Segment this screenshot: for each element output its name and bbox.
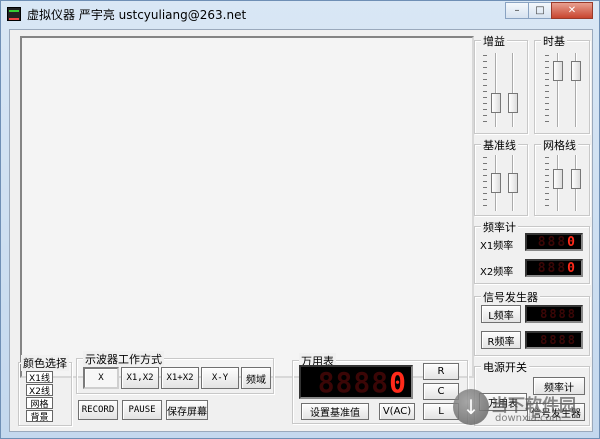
x1-freq-label: X1频率 [480,241,514,252]
signal-gen-panel: 信号发生器 L频率 8888 R频率 8888 [474,289,590,356]
window-controls: – □ ✕ [505,2,593,19]
oscilloscope-screen [20,36,474,378]
color-select-title: 颜色选择 [21,355,69,371]
app-window: 虚拟仪器 严宇亮 ustcyuliang@263.net – □ ✕ 增益 时基 [0,0,600,439]
mode-x1-x2-button[interactable]: X1,X2 [121,367,159,389]
title-bar[interactable]: 虚拟仪器 严宇亮 ustcyuliang@263.net – □ ✕ [1,1,599,27]
freq-counter-panel: 频率计 X1频率 888 0 X2频率 888 0 [474,219,590,284]
timebase-slider-2[interactable] [571,61,581,81]
freq-counter-title: 频率计 [481,219,518,235]
baseline-ticks [483,157,487,209]
gain-title: 增益 [481,33,507,49]
r-freq-display: 8888 [525,331,583,349]
close-button[interactable]: ✕ [551,2,593,19]
grid-panel: 网格线 [534,137,590,216]
timebase-panel: 时基 [534,33,590,134]
baseline-panel: 基准线 [474,137,528,216]
timebase-ticks [545,55,549,125]
x2-freq-value: 0 [567,260,577,276]
grid-ticks [545,157,549,209]
x2-freq-label: X2频率 [480,267,514,278]
mode-xy-button[interactable]: X-Y [201,367,239,389]
watermark-site: downxia.com [495,413,562,424]
multimeter-mode-button[interactable]: V(AC) [379,403,415,420]
x1-freq-value: 0 [567,234,577,250]
gain-slider-track-2 [512,53,514,127]
set-baseline-button[interactable]: 设置基准值 [301,403,369,420]
mode-freq-domain-button[interactable]: 频域 [241,367,271,389]
baseline-title: 基准线 [481,137,518,153]
color-grid[interactable]: 网格 [26,397,53,410]
power-switch-title: 电源开关 [481,359,529,375]
x1-freq-display: 888 0 [525,233,583,251]
baseline-slider-x2[interactable] [508,173,518,193]
window-title: 虚拟仪器 严宇亮 ustcyuliang@263.net [27,8,247,22]
color-select-panel: 颜色选择 X1线 X2线 网格 背景 [18,355,72,426]
grid-slider-2[interactable] [571,169,581,189]
x2-freq-display: 888 0 [525,259,583,277]
r-freq-button[interactable]: R频率 [481,331,521,349]
grid-slider-1[interactable] [553,169,563,189]
timebase-title: 时基 [541,33,567,49]
save-screen-button[interactable]: 保存屏幕 [166,400,208,420]
signal-gen-title: 信号发生器 [481,289,540,305]
multimeter-ghost: 8888 [317,365,390,399]
scope-mode-panel: 示波器工作方式 X X1,X2 X1+X2 X-Y 频域 [76,351,274,394]
l-freq-button[interactable]: L频率 [481,305,521,323]
multimeter-panel: 万用表 8888 0 R C L 设置基准值 V(AC) [292,353,468,424]
baseline-slider-x1[interactable] [491,173,501,193]
mode-x1-plus-x2-button[interactable]: X1+X2 [161,367,199,389]
oscilloscope-app-icon [7,7,21,21]
restore-button[interactable]: □ [528,2,552,19]
gain-slider-x2[interactable] [508,93,518,113]
scope-mode-title: 示波器工作方式 [83,351,164,367]
download-arrow-icon: ↓ [453,389,489,425]
resistance-button[interactable]: R [423,363,459,380]
color-x2-line[interactable]: X2线 [26,384,53,397]
x2-freq-ghost: 888 [537,260,568,276]
gain-slider-x1[interactable] [491,93,501,113]
client-area: 增益 时基 基准线 网格线 频率计 X1频率 888 0 X2频率 888 0 … [9,29,593,432]
color-x1-line[interactable]: X1线 [26,371,53,384]
multimeter-display: 8888 0 [299,365,413,399]
watermark: ↓ 当下软件园 downxia.com [453,389,593,431]
mode-x-button[interactable]: X [83,367,119,389]
pause-button[interactable]: PAUSE [122,400,162,420]
record-button[interactable]: RECORD [78,400,118,420]
gain-slider-track-1 [495,53,497,127]
x1-freq-ghost: 888 [537,234,568,250]
grid-title: 网格线 [541,137,578,153]
gain-panel: 增益 [474,33,528,134]
l-freq-ghost: 8888 [540,307,577,321]
gain-ticks [483,55,487,125]
multimeter-value: 0 [389,365,407,399]
color-background[interactable]: 背景 [26,410,53,423]
r-freq-ghost: 8888 [540,333,577,347]
timebase-slider-1[interactable] [553,61,563,81]
minimize-button[interactable]: – [505,2,529,19]
l-freq-display: 8888 [525,305,583,323]
